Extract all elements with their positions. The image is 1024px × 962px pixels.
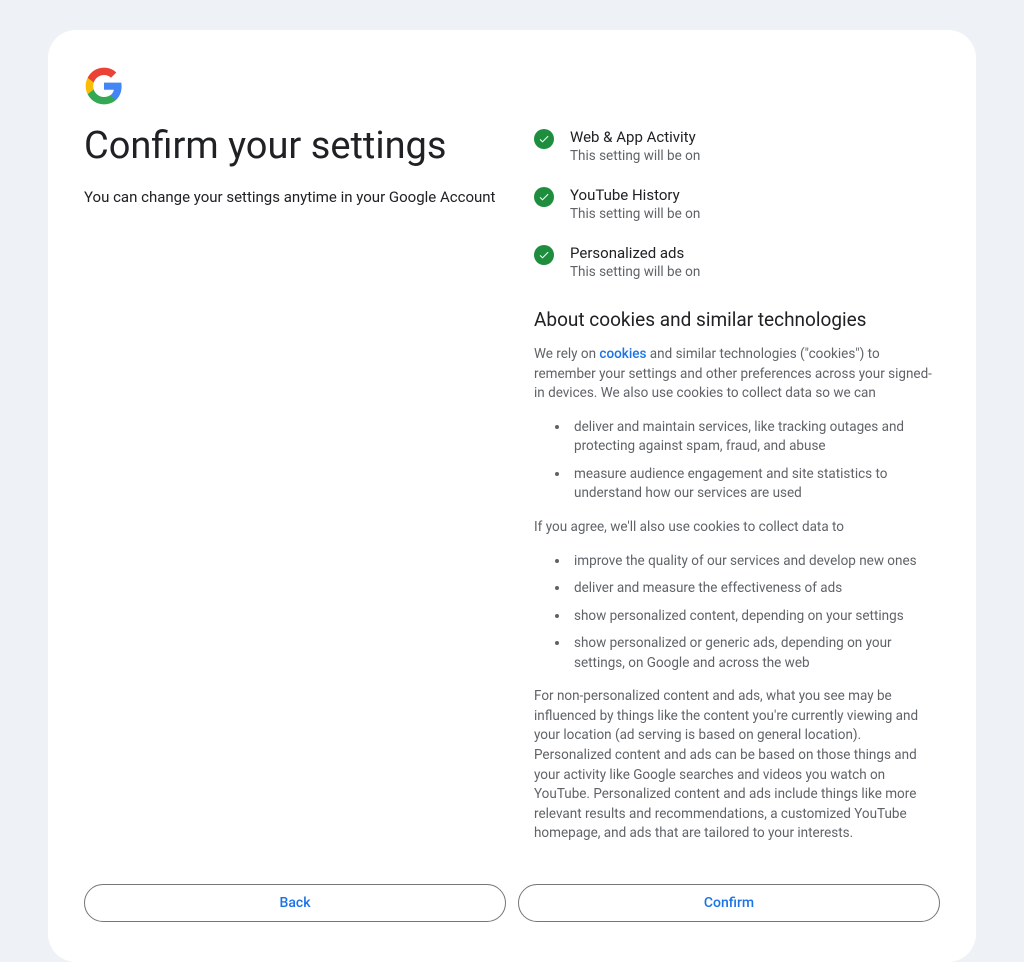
settings-card: Confirm your settings You can change you… xyxy=(48,30,976,962)
setting-desc: This setting will be on xyxy=(570,206,700,222)
list-item: show personalized or generic ads, depend… xyxy=(570,634,940,673)
check-icon xyxy=(534,187,554,207)
setting-title: YouTube History xyxy=(570,186,700,204)
setting-web-app-activity: Web & App Activity This setting will be … xyxy=(534,128,940,164)
google-logo-icon xyxy=(84,66,124,106)
list-item: show personalized content, depending on … xyxy=(570,607,940,627)
cookies-intro: We rely on cookies and similar technolog… xyxy=(534,345,940,404)
page-title: Confirm your settings xyxy=(84,124,504,170)
setting-desc: This setting will be on xyxy=(570,264,700,280)
cookies-list-2: improve the quality of our services and … xyxy=(534,552,940,674)
list-item: measure audience engagement and site sta… xyxy=(570,465,940,504)
list-item: improve the quality of our services and … xyxy=(570,552,940,572)
setting-title: Web & App Activity xyxy=(570,128,700,146)
setting-youtube-history: YouTube History This setting will be on xyxy=(534,186,940,222)
setting-personalized-ads: Personalized ads This setting will be on xyxy=(534,244,940,280)
check-icon xyxy=(534,245,554,265)
back-button[interactable]: Back xyxy=(84,884,506,922)
intro-pre: We rely on xyxy=(534,346,599,362)
cookies-heading: About cookies and similar technologies xyxy=(534,308,940,331)
check-icon xyxy=(534,129,554,149)
cookies-mid: If you agree, we'll also use cookies to … xyxy=(534,518,940,538)
setting-desc: This setting will be on xyxy=(570,148,700,164)
setting-title: Personalized ads xyxy=(570,244,700,262)
list-item: deliver and maintain services, like trac… xyxy=(570,418,940,457)
button-row: Back Confirm xyxy=(84,884,940,922)
confirm-button[interactable]: Confirm xyxy=(518,884,940,922)
page-subtitle: You can change your settings anytime in … xyxy=(84,188,504,206)
cookies-list-1: deliver and maintain services, like trac… xyxy=(534,418,940,504)
list-item: deliver and measure the effectiveness of… xyxy=(570,579,940,599)
cookies-link[interactable]: cookies xyxy=(599,346,646,362)
cookies-p3: For non-personalized content and ads, wh… xyxy=(534,687,940,844)
